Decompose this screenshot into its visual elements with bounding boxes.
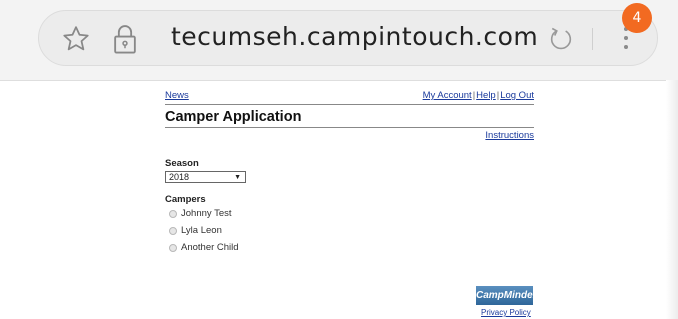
- instructions-link[interactable]: Instructions: [485, 130, 534, 141]
- top-nav: News My Account|Help|Log Out: [165, 88, 534, 105]
- privacy-policy-link[interactable]: Privacy Policy: [481, 308, 531, 317]
- page-title: Camper Application: [165, 105, 534, 128]
- tab-count-badge[interactable]: 4: [622, 3, 652, 33]
- my-account-link[interactable]: My Account: [423, 90, 472, 101]
- camper-option[interactable]: Johnny Test: [165, 205, 534, 222]
- radio-button[interactable]: [169, 209, 177, 218]
- dropdown-arrow-icon: ▼: [234, 174, 241, 181]
- camper-option[interactable]: Another Child: [165, 239, 534, 256]
- news-link[interactable]: News: [165, 90, 189, 101]
- reload-icon[interactable]: [547, 25, 575, 53]
- season-label: Season: [165, 158, 199, 169]
- camper-option[interactable]: Lyla Leon: [165, 222, 534, 239]
- camper-name: Another Child: [181, 242, 239, 253]
- instructions-row: Instructions: [165, 128, 534, 144]
- address-bar[interactable]: tecumseh.campintouch.com: [38, 10, 658, 66]
- toolbar-divider: [592, 28, 593, 50]
- campers-label: Campers: [165, 194, 206, 205]
- browser-toolbar: tecumseh.campintouch.com 4: [0, 0, 678, 81]
- url-text[interactable]: tecumseh.campintouch.com: [171, 22, 538, 51]
- star-icon[interactable]: [61, 24, 91, 54]
- campminder-logo[interactable]: CampMinder: [476, 286, 537, 305]
- page-edge-shadow: [666, 80, 678, 319]
- camper-application-page: News My Account|Help|Log Out Camper Appl…: [165, 88, 534, 256]
- camper-name: Johnny Test: [181, 208, 232, 219]
- log-out-link[interactable]: Log Out: [500, 90, 534, 101]
- account-links: My Account|Help|Log Out: [423, 90, 534, 101]
- season-selected-value: 2018: [169, 172, 190, 182]
- help-link[interactable]: Help: [476, 90, 496, 101]
- lock-icon[interactable]: [110, 23, 140, 55]
- radio-button[interactable]: [169, 226, 177, 235]
- camper-name: Lyla Leon: [181, 225, 222, 236]
- season-select[interactable]: 2018 ▼: [165, 171, 246, 183]
- radio-button[interactable]: [169, 243, 177, 252]
